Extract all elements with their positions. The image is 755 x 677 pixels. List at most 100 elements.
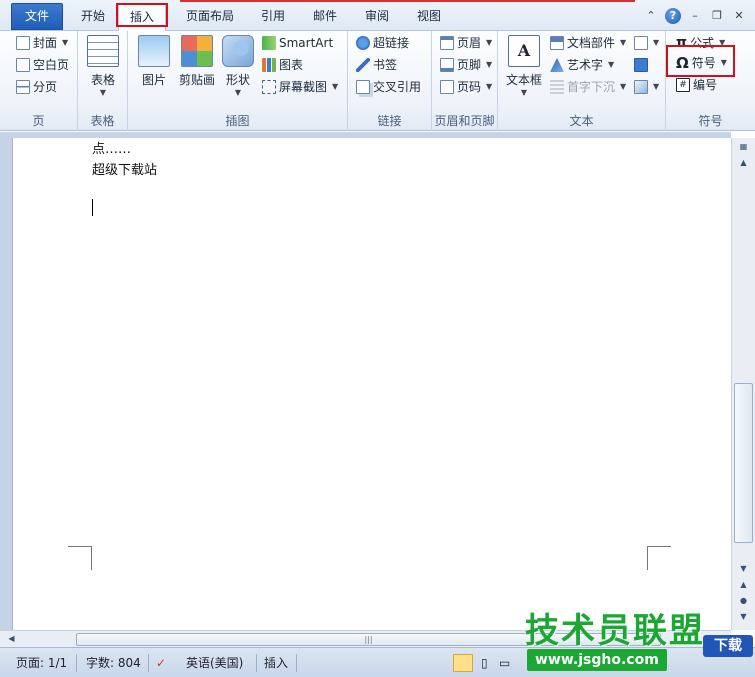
- chevron-down-icon: ▼: [486, 38, 493, 47]
- tab-file[interactable]: 文件: [11, 3, 63, 30]
- drop-cap-icon: [550, 80, 564, 94]
- help-icon[interactable]: ?: [665, 8, 681, 24]
- symbol-button-highlight: [666, 45, 735, 77]
- scroll-left-icon[interactable]: ◀: [4, 632, 19, 646]
- proofing-icon[interactable]: ✓: [152, 654, 170, 672]
- object-button[interactable]: ▼: [634, 77, 659, 97]
- tab-page-layout[interactable]: 页面布局: [176, 4, 244, 31]
- ribbon-minimize-icon[interactable]: ⌃: [643, 8, 659, 24]
- status-separator: [76, 654, 77, 672]
- blank-page-icon: [16, 58, 30, 72]
- vertical-scrollbar[interactable]: ▦ ▲ ▼ ▲ ● ▼: [731, 138, 755, 630]
- chevron-down-icon: ▼: [620, 82, 627, 91]
- group-label-text: 文本: [569, 114, 594, 128]
- signature-line-icon: [634, 36, 648, 50]
- group-page: 封面 ▼ 空白页 分页 页: [0, 31, 78, 131]
- document-line-2: 超级下载站: [92, 163, 158, 178]
- chevron-down-icon: ▼: [62, 38, 69, 47]
- crop-mark-right: [647, 546, 671, 570]
- status-separator: [256, 654, 257, 672]
- group-label-page: 页: [32, 114, 45, 128]
- status-insert-mode[interactable]: 插入: [260, 654, 292, 672]
- tab-review[interactable]: 审阅: [356, 4, 398, 31]
- group-illustrations: 图片 剪贴画 形状 ▼ SmartArt 图表 屏幕截图 ▼ 插图: [128, 31, 348, 131]
- minimize-icon[interactable]: –: [687, 8, 703, 24]
- page-number-icon: [440, 80, 454, 94]
- restore-icon[interactable]: ❐: [709, 8, 725, 24]
- cross-reference-button[interactable]: 交叉引用: [356, 77, 421, 97]
- chevron-down-icon: ▼: [486, 60, 493, 69]
- textbox-button[interactable]: A 文本框 ▼: [504, 35, 544, 98]
- date-time-button[interactable]: [634, 55, 648, 75]
- hyperlink-button[interactable]: 超链接: [356, 33, 409, 53]
- bookmark-button[interactable]: 书签: [356, 55, 397, 75]
- chart-button[interactable]: 图表: [262, 55, 303, 75]
- screenshot-button[interactable]: 屏幕截图 ▼: [262, 77, 338, 97]
- smartart-button[interactable]: SmartArt: [262, 33, 333, 53]
- date-time-icon: [634, 58, 648, 72]
- cover-page-button[interactable]: 封面 ▼: [16, 33, 68, 53]
- bookmark-icon: [356, 58, 370, 72]
- page-break-icon: [16, 80, 30, 94]
- blank-page-button[interactable]: 空白页: [16, 55, 69, 75]
- shapes-icon: [222, 35, 254, 67]
- scroll-up-icon[interactable]: ▲: [736, 156, 751, 170]
- status-separator: [296, 654, 297, 672]
- cover-page-icon: [16, 36, 30, 50]
- window-controls: ⌃ ? – ❐ ✕: [643, 6, 747, 26]
- full-screen-reading-icon[interactable]: ▯: [477, 654, 492, 672]
- page-number-button[interactable]: 页码 ▼: [440, 77, 492, 97]
- tab-references[interactable]: 引用: [252, 4, 294, 31]
- page-break-button[interactable]: 分页: [16, 77, 57, 97]
- quick-parts-icon: [550, 36, 564, 50]
- document-line-1: 点……: [92, 142, 132, 157]
- crop-mark-left: [68, 546, 92, 570]
- table-icon: [87, 35, 119, 67]
- group-label-header-footer: 页眉和页脚: [434, 114, 495, 128]
- ribbon-tab-bar: 文件 开始 插入 页面布局 引用 邮件 审阅 视图 ⌃ ? – ❐ ✕: [0, 0, 755, 32]
- shapes-button[interactable]: 形状 ▼: [220, 35, 256, 98]
- clipart-button[interactable]: 剪贴画: [176, 35, 218, 88]
- wordart-icon: [550, 58, 564, 72]
- print-layout-icon[interactable]: [453, 654, 473, 672]
- previous-page-icon[interactable]: ▲: [736, 578, 751, 592]
- scroll-down-icon[interactable]: ▼: [736, 562, 751, 576]
- signature-line-button[interactable]: ▼: [634, 33, 659, 53]
- tab-home[interactable]: 开始: [72, 4, 114, 31]
- number-button[interactable]: # 编号: [676, 75, 717, 95]
- document-page[interactable]: [12, 138, 731, 630]
- close-icon[interactable]: ✕: [731, 8, 747, 24]
- header-button[interactable]: 页眉 ▼: [440, 33, 492, 53]
- chevron-down-icon: ▼: [653, 38, 660, 47]
- tab-mailings[interactable]: 邮件: [304, 4, 346, 31]
- status-language[interactable]: 英语(美国): [182, 654, 247, 672]
- vertical-scroll-thumb[interactable]: [734, 383, 753, 543]
- chevron-down-icon: ▼: [620, 38, 627, 47]
- web-layout-icon[interactable]: ▭: [495, 654, 514, 672]
- picture-button[interactable]: 图片: [136, 35, 172, 88]
- textbox-icon: A: [508, 35, 540, 67]
- group-label-illustrations: 插图: [225, 114, 250, 128]
- quick-parts-button[interactable]: 文档部件 ▼: [550, 33, 626, 53]
- status-page[interactable]: 页面: 1/1: [12, 654, 71, 672]
- tab-view[interactable]: 视图: [408, 4, 450, 31]
- watermark-url: www.jsgho.com: [527, 649, 667, 671]
- object-icon: [634, 80, 648, 94]
- picture-icon: [138, 35, 170, 67]
- screenshot-icon: [262, 80, 276, 94]
- drop-cap-button[interactable]: 首字下沉 ▼: [550, 77, 626, 97]
- status-word-count[interactable]: 字数: 804: [82, 654, 145, 672]
- footer-icon: [440, 58, 454, 72]
- wordart-button[interactable]: 艺术字 ▼: [550, 55, 614, 75]
- chevron-down-icon: ▼: [332, 82, 339, 91]
- ruler-toggle-icon[interactable]: ▦: [736, 140, 751, 154]
- footer-button[interactable]: 页脚 ▼: [440, 55, 492, 75]
- table-button[interactable]: 表格 ▼: [84, 35, 122, 98]
- status-separator: [148, 654, 149, 672]
- watermark-logo: 技术员联盟 下载 www.jsgho.com: [525, 603, 755, 677]
- chevron-down-icon: ▼: [486, 82, 493, 91]
- clipart-icon: [181, 35, 213, 67]
- group-label-table: 表格: [90, 114, 115, 128]
- chevron-down-icon: ▼: [520, 88, 528, 97]
- group-label-links: 链接: [377, 114, 402, 128]
